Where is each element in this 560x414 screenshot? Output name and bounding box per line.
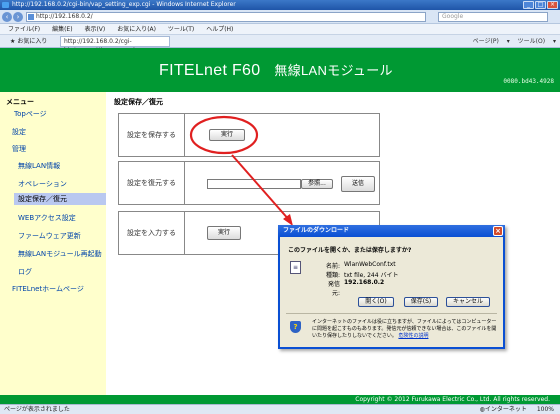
dialog-close-icon[interactable]: × [493,226,503,236]
shield-icon: ? [290,321,301,333]
input-execute-button[interactable]: 実行 [207,226,241,240]
window-titlebar: http://192.168.0.2/cgi-bin/vap_setting_e… [0,0,560,10]
page-footer: Copyright © 2012 Furukawa Electric Co., … [0,395,560,404]
sidebar-item-reboot[interactable]: 無線LANモジュール再起動 [18,249,102,259]
save-row: 設定を保存する 実行 [118,113,380,157]
favorites-label[interactable]: お気に入り [17,38,47,45]
mac-address: 0080.bd43.4928 [503,78,554,85]
sidebar-item-operation[interactable]: オペレーション [18,179,67,189]
zone-text: インターネット [484,406,527,413]
dialog-divider [286,313,497,314]
sidebar-item-web-access[interactable]: WEBアクセス設定 [18,213,76,223]
status-bar: ページが表示されました ◍インターネット 100% [0,404,560,414]
dialog-question: このファイルを開くか、または保存しますか? [288,247,412,254]
menu-edit[interactable]: 編集(E) [52,26,72,33]
search-input[interactable]: Google [438,12,548,22]
close-window-icon[interactable]: × [547,1,558,9]
text-file-icon: ≡ [290,261,301,274]
sidebar-item-homepage[interactable]: FITELnetホームページ [12,284,84,294]
module-name: 無線LANモジュール [274,63,393,78]
address-text: http://192.168.0.2/ [36,13,93,20]
save-execute-button[interactable]: 実行 [209,129,245,141]
dialog-title: ファイルのダウンロード [283,227,350,234]
maximize-icon[interactable]: □ [535,1,546,9]
address-bar-row: ‹ › http://192.168.0.2/ Google [0,10,560,24]
page-title: 設定保存／復元 [114,98,163,106]
window-controls: _ □ × [523,1,558,9]
favorites-star-icon[interactable]: ★ [10,38,15,45]
file-type-value: txt file, 244 バイト [344,272,399,279]
menu-favorites[interactable]: お気に入り(A) [117,26,156,33]
save-button[interactable]: 保存(S) [404,297,438,307]
dialog-titlebar: ファイルのダウンロード × [278,225,505,237]
sidebar-item-wlan-info[interactable]: 無線LAN情報 [18,161,60,171]
minimize-icon[interactable]: _ [523,1,534,9]
file-from-label: 発信元: [327,281,340,297]
product-name: FITELnet F60 [159,62,261,79]
menu-bar: ファイル(F) 編集(E) 表示(V) お気に入り(A) ツール(T) ヘルプ(… [0,24,560,35]
browser-tab[interactable]: http://192.168.0.2/cgi-bin/vap_setting_e… [60,36,170,54]
sidebar-item-top[interactable]: Topページ [14,109,47,119]
page-icon [28,14,34,20]
sidebar-item-firmware[interactable]: ファームウェア更新 [18,231,81,241]
restore-file-input[interactable] [207,179,301,189]
open-button[interactable]: 開く(O) [358,297,394,307]
copyright: Copyright © 2012 Furukawa Electric Co., … [355,396,550,403]
ie-icon [2,2,9,8]
favorites-bar: ★ お気に入り http://192.168.0.2/cgi-bin/vap_s… [0,35,560,54]
menu-view[interactable]: 表示(V) [84,26,105,33]
sidebar-item-settings[interactable]: 設定 [12,127,26,137]
window-title: http://192.168.0.2/cgi-bin/vap_setting_e… [12,1,236,8]
input-row-label: 設定を入力する [119,212,185,254]
zoom-level[interactable]: 100% [537,406,554,413]
page-tools-menu[interactable]: ページ(P) ▾ ツール(O) ▾ [473,35,556,48]
sidebar-item-save-restore[interactable]: 設定保存／復元 [14,193,106,205]
file-name-label: 名前: [325,263,340,270]
page-header: FITELnet F60 無線LANモジュール 0080.bd43.4928 [0,48,560,92]
restore-row-label: 設定を復元する [119,162,185,204]
save-row-label: 設定を保存する [119,114,185,156]
address-input[interactable]: http://192.168.0.2/ [26,12,426,22]
menu-title: メニュー [6,98,34,106]
back-icon[interactable]: ‹ [2,12,12,22]
menu-tools[interactable]: ツール(T) [168,26,194,33]
file-from-value: 192.168.0.2 [344,279,385,286]
status-right: ◍インターネット 100% [480,405,554,414]
forward-icon[interactable]: › [13,12,23,22]
search-placeholder: Google [442,13,464,20]
file-type-label: 種類: [325,272,340,279]
sidebar-item-log[interactable]: ログ [18,267,32,277]
risk-link[interactable]: 危険性の説明 [398,333,428,339]
sidebar: メニュー Topページ 設定 管理 無線LAN情報 オペレーション 設定保存／復… [0,92,106,395]
file-name-value: WlanWebConf.txt [344,261,396,268]
sidebar-item-management[interactable]: 管理 [12,144,26,154]
status-text: ページが表示されました [4,406,70,413]
restore-send-button[interactable]: 送信 [341,176,375,192]
brand: FITELnet F60 無線LANモジュール [159,60,393,80]
menu-help[interactable]: ヘルプ(H) [206,26,233,33]
menu-file[interactable]: ファイル(F) [8,26,40,33]
browse-button[interactable]: 参照... [301,179,333,189]
dialog-warning: インターネットのファイルは役に立ちますが、ファイルによってはコンピューターに問題… [312,319,497,340]
restore-row: 設定を復元する 参照... 送信 [118,161,380,205]
cancel-button[interactable]: キャンセル [446,297,490,307]
download-dialog: ファイルのダウンロード × このファイルを開くか、または保存しますか? ≡ 名前… [278,225,505,349]
